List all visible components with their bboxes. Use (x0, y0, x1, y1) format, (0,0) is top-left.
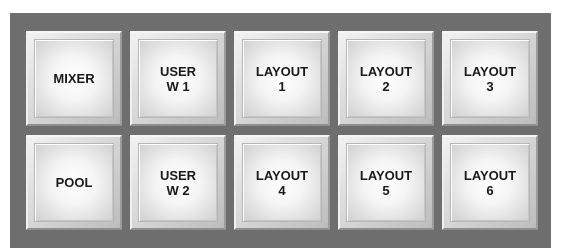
mixer-button[interactable]: MIXER (26, 31, 122, 126)
key-face: LAYOUT 5 (346, 143, 426, 222)
user-w1-button[interactable]: USER W 1 (130, 31, 226, 126)
key-label: LAYOUT 2 (359, 63, 413, 94)
key-face: LAYOUT 2 (346, 39, 426, 118)
key-face: MIXER (34, 39, 114, 118)
button-panel: MIXER USER W 1 LAYOUT 1 LAYOUT 2 LAYOUT … (10, 13, 551, 248)
layout-6-button[interactable]: LAYOUT 6 (442, 135, 538, 230)
key-face: LAYOUT 4 (242, 143, 322, 222)
layout-5-button[interactable]: LAYOUT 5 (338, 135, 434, 230)
key-label: LAYOUT 3 (463, 63, 517, 94)
layout-4-button[interactable]: LAYOUT 4 (234, 135, 330, 230)
key-label: LAYOUT 6 (463, 167, 517, 198)
key-label: MIXER (53, 71, 95, 86)
key-face: LAYOUT 6 (450, 143, 530, 222)
pool-button[interactable]: POOL (26, 135, 122, 230)
key-face: USER W 1 (138, 39, 218, 118)
key-label: USER W 1 (159, 63, 197, 94)
key-face: LAYOUT 3 (450, 39, 530, 118)
layout-1-button[interactable]: LAYOUT 1 (234, 31, 330, 126)
key-face: POOL (34, 143, 114, 222)
layout-3-button[interactable]: LAYOUT 3 (442, 31, 538, 126)
key-face: USER W 2 (138, 143, 218, 222)
layout-2-button[interactable]: LAYOUT 2 (338, 31, 434, 126)
key-label: LAYOUT 1 (255, 63, 309, 94)
key-label: USER W 2 (159, 167, 197, 198)
key-label: LAYOUT 5 (359, 167, 413, 198)
user-w2-button[interactable]: USER W 2 (130, 135, 226, 230)
key-label: LAYOUT 4 (255, 167, 309, 198)
key-face: LAYOUT 1 (242, 39, 322, 118)
button-grid: MIXER USER W 1 LAYOUT 1 LAYOUT 2 LAYOUT … (26, 31, 538, 230)
key-label: POOL (55, 175, 93, 190)
